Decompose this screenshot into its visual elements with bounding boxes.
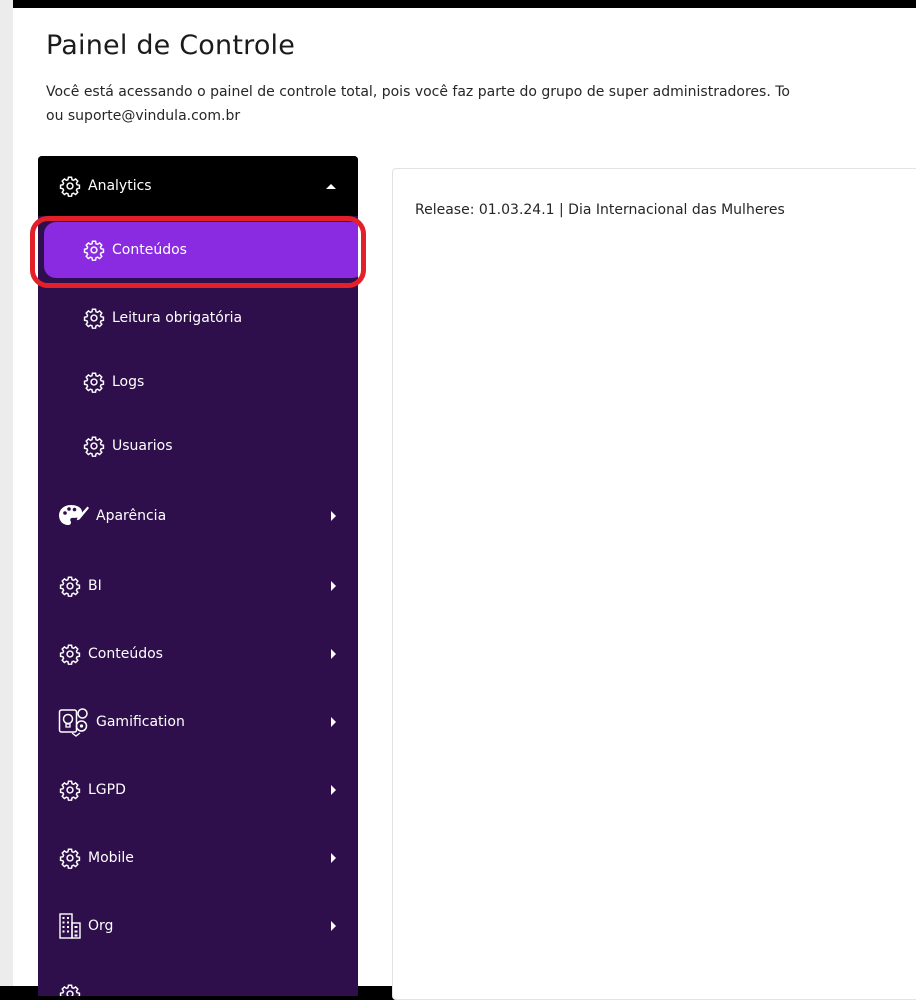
sidebar-item-label: Logs — [112, 374, 145, 390]
sidebar-subitem-conteudos[interactable]: Conteúdos — [38, 228, 358, 272]
sidebar-item-label: Conteúdos — [112, 242, 187, 258]
sidebar-item-label: Mobile — [88, 850, 134, 866]
sidebar-item-label: Leitura obrigatória — [112, 310, 243, 326]
page-description: Você está acessando o painel de controle… — [46, 80, 916, 128]
sidebar-subitem-usuarios[interactable]: Usuarios — [38, 424, 358, 468]
chevron-right-icon — [331, 511, 336, 521]
sidebar-item-label: Gamification — [96, 714, 185, 730]
chevron-right-icon — [331, 853, 336, 863]
left-gutter — [0, 0, 13, 986]
sidebar-item-mobile[interactable]: Mobile — [38, 836, 358, 880]
release-info: Release: 01.03.24.1 | Dia Internacional … — [415, 202, 785, 218]
sidebar-item-partial[interactable] — [38, 972, 358, 996]
sidebar-item-analytics[interactable]: Analytics — [38, 164, 358, 208]
sidebar-item-label: Aparência — [96, 508, 167, 524]
sidebar-item-label: Org — [88, 918, 114, 934]
gamification-icon — [58, 708, 90, 737]
sidebar-item-label: BI — [88, 578, 102, 594]
gear-icon — [58, 574, 82, 598]
gear-icon — [58, 778, 82, 802]
chevron-right-icon — [331, 785, 336, 795]
gear-icon — [58, 174, 82, 198]
chevron-up-icon — [326, 184, 336, 189]
sidebar-item-label: LGPD — [88, 782, 126, 798]
page-title: Painel de Controle — [46, 30, 296, 61]
sidebar-item-label: Conteúdos — [88, 646, 163, 662]
palette-icon — [58, 504, 90, 528]
description-line-2: ou suporte@vindula.com.br — [46, 108, 241, 124]
sidebar-item-lgpd[interactable]: LGPD — [38, 768, 358, 812]
chevron-right-icon — [331, 921, 336, 931]
gear-icon — [82, 370, 106, 394]
chevron-right-icon — [331, 581, 336, 591]
sidebar-item-label: Analytics — [88, 178, 152, 194]
building-icon — [58, 913, 82, 939]
sidebar-item-aparencia[interactable]: Aparência — [38, 494, 358, 538]
gear-icon — [58, 846, 82, 870]
chevron-right-icon — [331, 649, 336, 659]
gear-icon — [82, 434, 106, 458]
sidebar-item-label: Usuarios — [112, 438, 173, 454]
chevron-right-icon — [331, 717, 336, 727]
main-content-panel — [392, 168, 916, 1000]
gear-icon — [58, 982, 82, 996]
sidebar-item-gamification[interactable]: Gamification — [38, 700, 358, 744]
sidebar: Analytics Conteúdos Leitura obrigatória … — [38, 156, 358, 996]
gear-icon — [82, 238, 106, 262]
gear-icon — [82, 306, 106, 330]
sidebar-subitem-logs[interactable]: Logs — [38, 360, 358, 404]
sidebar-item-org[interactable]: Org — [38, 904, 358, 948]
gear-icon — [58, 642, 82, 666]
sidebar-subitem-leitura-obrigatoria[interactable]: Leitura obrigatória — [38, 296, 358, 340]
sidebar-item-conteudos[interactable]: Conteúdos — [38, 632, 358, 676]
description-line-1: Você está acessando o painel de controle… — [46, 84, 790, 100]
sidebar-item-bi[interactable]: BI — [38, 564, 358, 608]
